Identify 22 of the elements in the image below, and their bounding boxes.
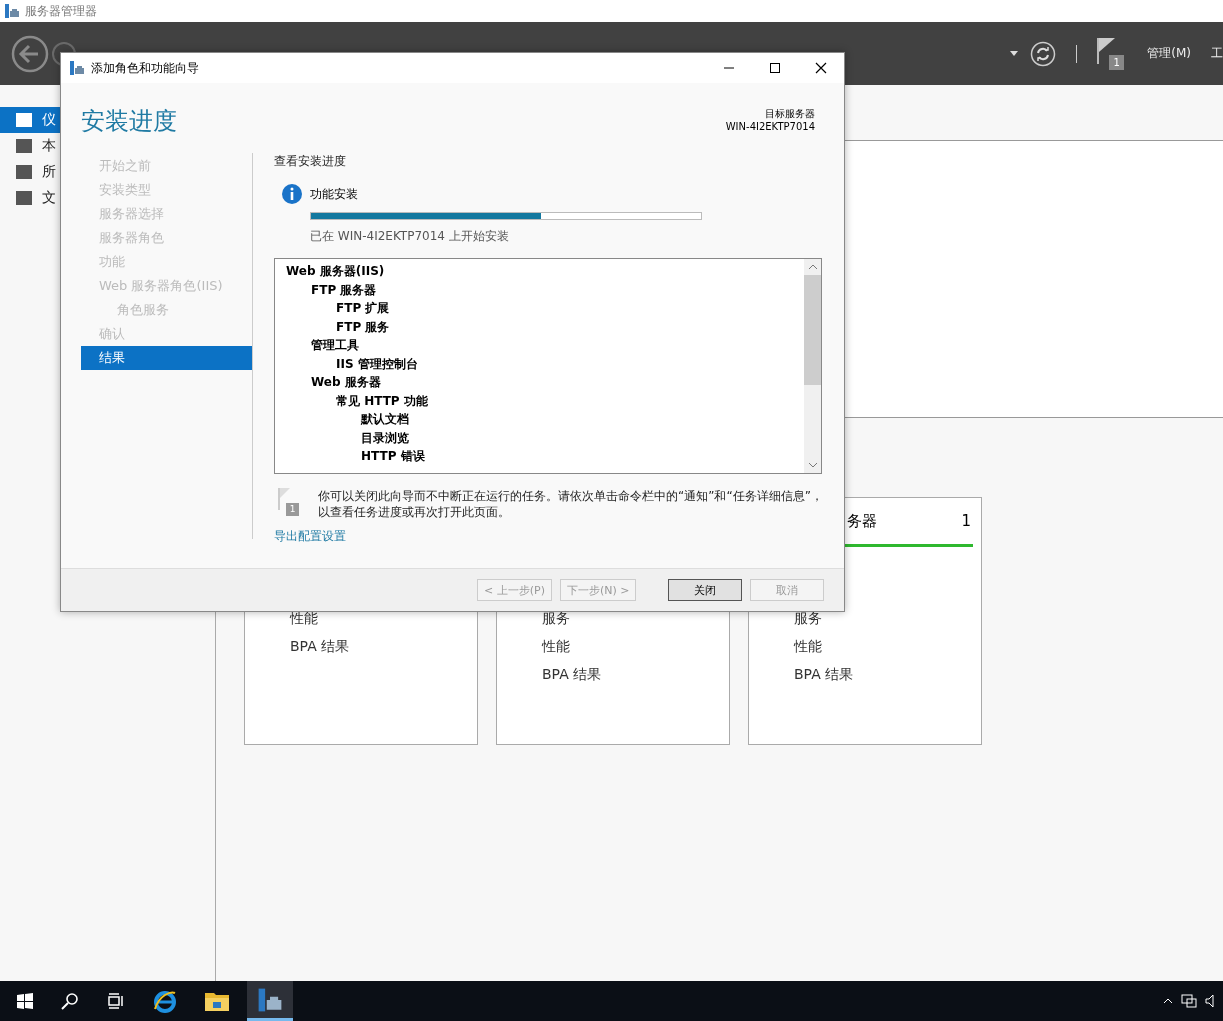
feature-label: FTP 扩展 [336,301,390,315]
tile-title: 务器 [846,511,877,531]
feature-label: 常见 HTTP 功能 [336,393,428,408]
dialog-title: 添加角色和功能向导 [91,59,199,77]
feature-label: 默认文档 [361,412,409,426]
feature-label: 目录浏览 [361,430,409,445]
section-title: 查看安装进度 [274,153,346,170]
target-server-label: 目标服务器 [765,107,815,121]
status-title: 功能安装 [310,185,358,203]
feature-label: 管理工具 [311,338,359,352]
page-heading: 安装进度 [81,106,177,137]
target-server-name: WIN-4I2EKTP7014 [725,121,815,132]
feature-label: FTP 服务 [336,319,390,334]
notice-text: 你可以关闭此向导而不中断正在运行的任务。请依次单击命令栏中的“通知”和“任务详细信息”，以查看任务进度或再次打开此页面。 [318,488,824,520]
status-text: 已在 WIN-4I2EKTP7014 上开始安装 [310,228,509,245]
window-title: 服务器管理器 [25,2,97,20]
feature-label: Web 服务器(IIS) [286,264,385,278]
feature-label: Web 服务器 [311,375,381,389]
tile-count: 1 [961,512,971,530]
feature-label: HTTP 错误 [361,449,425,463]
feature-label: FTP 服务器 [311,282,377,297]
feature-label: IIS 管理控制台 [336,356,418,371]
